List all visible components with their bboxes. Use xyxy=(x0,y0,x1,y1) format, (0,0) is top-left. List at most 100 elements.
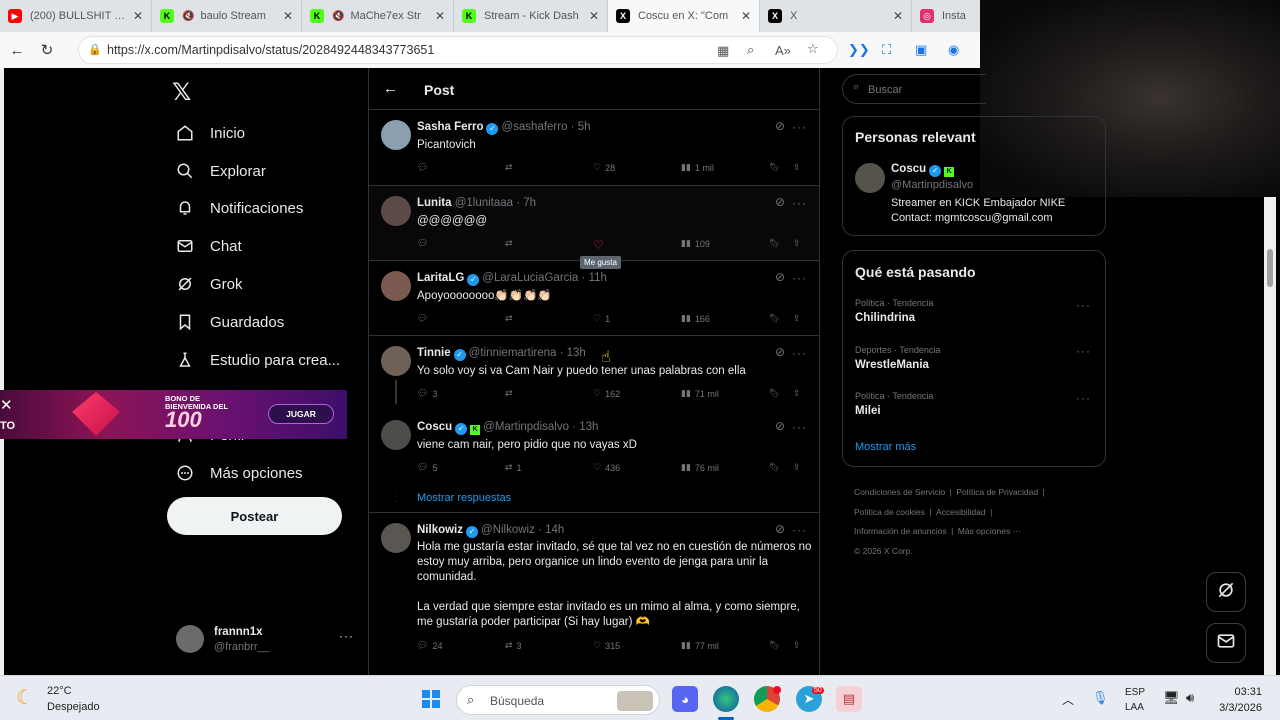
messages-floating-button[interactable] xyxy=(1206,623,1246,663)
share-icon[interactable]: ⇪ xyxy=(793,640,801,651)
retweet-icon[interactable]: ⇄ xyxy=(505,162,517,173)
more-icon[interactable]: ··· xyxy=(339,629,354,643)
grok-icon[interactable]: ⊘ xyxy=(775,419,785,433)
retweet-icon[interactable]: ⇄ 1 xyxy=(505,462,522,473)
grok-icon[interactable]: ⊘ xyxy=(775,119,785,133)
nav-item-notifications[interactable]: Notificaciones xyxy=(174,197,303,219)
network-icon[interactable]: 🖥︎ xyxy=(1163,690,1180,706)
more-icon[interactable]: ··· xyxy=(792,420,807,434)
close-tab-icon[interactable]: ✕ xyxy=(283,9,293,23)
footer-link[interactable]: Política de cookies xyxy=(854,507,925,517)
share-icon[interactable]: ⇪ xyxy=(793,238,801,249)
clock-time[interactable]: 03:31 xyxy=(1220,686,1262,698)
extension-icon[interactable]: ❯❯ xyxy=(848,42,870,58)
like-icon[interactable]: ♡ xyxy=(593,238,604,252)
screenshot-icon[interactable]: ⛶ xyxy=(882,42,891,58)
more-icon[interactable]: ··· xyxy=(1076,391,1091,405)
bookmark-icon[interactable]: 🔖︎ xyxy=(769,462,780,473)
app-available-icon[interactable]: ▦ xyxy=(717,43,729,59)
views-icon[interactable]: ▮▮ 77 mil xyxy=(681,640,719,651)
views-icon[interactable]: ▮▮ 76 mil xyxy=(681,462,719,473)
close-tab-icon[interactable]: ✕ xyxy=(133,9,143,23)
share-icon[interactable]: ⇪ xyxy=(793,313,801,324)
show-replies-link[interactable]: Mostrar respuestas xyxy=(417,492,511,504)
nav-item-more-options[interactable]: Más opciones xyxy=(174,462,303,484)
avatar[interactable] xyxy=(855,163,885,193)
retweet-icon[interactable]: ⇄ 3 xyxy=(505,640,522,651)
discord-icon[interactable]: ◕ xyxy=(672,686,698,712)
search-input[interactable]: ⌕ Buscar xyxy=(842,74,986,104)
grok-icon[interactable]: ⊘ xyxy=(775,270,785,284)
like-icon[interactable]: ♡ 162 xyxy=(593,388,620,399)
casino-ad-banner[interactable]: ✕ TO BONO DE BIENVENIDA DEL 100 JUGAR xyxy=(0,390,347,439)
reply-tweet[interactable]: Nilkowiz ✓ @Nilkowiz · 14h ⊘ ··· Hola me gu… xyxy=(369,513,819,675)
nav-item-creator-studio[interactable]: Estudio para crea... xyxy=(174,349,340,371)
post-button[interactable]: Postear xyxy=(167,497,342,535)
taskbar-search[interactable]: ⌕ Búsqueda xyxy=(456,685,660,715)
grok-floating-button[interactable] xyxy=(1206,572,1246,612)
more-icon[interactable]: ··· xyxy=(1076,298,1091,312)
reply-tweet[interactable]: Lunita @1lunitaaa · 7h ⊘ ··· @@@@@@ 💬︎ ⇄ … xyxy=(369,186,819,269)
muted-icon[interactable]: 🔇 xyxy=(332,11,344,22)
trend-item[interactable]: Deportes · Tendencia WrestleMania xyxy=(855,345,940,371)
browser-tab[interactable]: K Stream - Kick Dash ✕ xyxy=(454,0,608,32)
bookmark-icon[interactable]: 🔖︎ xyxy=(769,640,780,651)
extension-icon[interactable]: ◉ xyxy=(948,42,959,58)
share-icon[interactable]: ⇪ xyxy=(793,388,801,399)
reply-icon[interactable]: 💬︎ 5 xyxy=(417,462,437,473)
volume-icon[interactable]: 🔊︎ xyxy=(1186,690,1194,706)
browser-tab[interactable]: ◎ Insta xyxy=(912,0,978,32)
grok-icon[interactable]: ⊘ xyxy=(775,522,785,536)
edge-icon[interactable] xyxy=(713,686,739,712)
reply-thread[interactable]: Tinnie ✓ @tinniemartirena · 13h ⊘ ··· Yo so… xyxy=(369,336,819,513)
trend-item[interactable]: Política · Tendencia Milei xyxy=(855,391,933,417)
like-icon[interactable]: ♡ 436 xyxy=(593,462,620,473)
scrollbar[interactable] xyxy=(1264,197,1276,675)
share-icon[interactable]: ⇪ xyxy=(793,162,801,173)
close-tab-icon[interactable]: ✕ xyxy=(893,9,903,23)
back-arrow-icon[interactable]: ← xyxy=(4,37,30,63)
close-tab-icon[interactable]: ✕ xyxy=(741,9,751,23)
reply-tweet[interactable]: LaritaLG ✓ @LaraLuciaGarcia · 11h ⊘ ··· Apo… xyxy=(369,261,819,336)
nav-item-grok[interactable]: Grok xyxy=(174,273,243,295)
scrollbar-thumb[interactable] xyxy=(1267,249,1273,287)
retweet-icon[interactable]: ⇄ xyxy=(505,313,513,324)
trend-item[interactable]: Política · Tendencia Chilindrina xyxy=(855,298,933,324)
bookmark-icon[interactable]: 🔖︎ xyxy=(769,162,780,173)
reply-icon[interactable]: 💬︎ xyxy=(417,238,428,249)
browser-tab[interactable]: X X ✕ xyxy=(760,0,912,32)
like-icon[interactable]: ♡ 28 xyxy=(593,162,615,173)
views-icon[interactable]: ▮▮ 166 xyxy=(681,313,710,324)
share-icon[interactable]: ⇪ xyxy=(793,462,801,473)
account-switcher[interactable]: frannn1x @franbrr__ ··· xyxy=(176,625,356,655)
views-icon[interactable]: ▮▮ 71 mil xyxy=(681,388,719,399)
browser-tab[interactable]: K 🔇 baulo Stream ✕ xyxy=(152,0,302,32)
retweet-icon[interactable]: ⇄ xyxy=(505,238,513,249)
back-arrow-icon[interactable]: ← xyxy=(383,80,398,97)
show-more-link[interactable]: Mostrar más xyxy=(855,441,916,453)
more-icon[interactable]: ··· xyxy=(792,196,807,210)
reply-icon[interactable]: 💬︎ 3 xyxy=(417,388,437,399)
favorite-star-icon[interactable]: ☆ xyxy=(807,41,819,57)
like-icon[interactable]: ♡ 1 xyxy=(593,313,610,324)
footer-link[interactable]: Más opciones ··· xyxy=(958,526,1021,536)
person-name[interactable]: Coscu ✓ K xyxy=(891,163,957,177)
grok-icon[interactable]: ⊘ xyxy=(775,345,785,359)
close-tab-icon[interactable]: ✕ xyxy=(435,9,445,23)
browser-tab[interactable]: K 🔇 MaChe7ex Str ✕ xyxy=(302,0,454,32)
x-logo-icon[interactable]: 𝕏 xyxy=(172,78,191,107)
like-icon[interactable]: ♡ 315 xyxy=(593,640,620,651)
bookmark-icon[interactable]: 🔖︎ xyxy=(769,238,780,249)
language-indicator[interactable]: ESP xyxy=(1125,687,1145,698)
more-icon[interactable]: ··· xyxy=(1076,344,1091,358)
weather-widget[interactable]: ☾ 22°C Despejado xyxy=(16,682,126,716)
muted-icon[interactable]: 🔇 xyxy=(182,11,194,22)
reload-icon[interactable]: ↻ xyxy=(34,37,60,63)
nav-item-chat[interactable]: Chat xyxy=(174,235,242,257)
browser-tab-active[interactable]: X Coscu en X: "Com ✕ xyxy=(608,0,760,32)
app-icon[interactable]: ▤ xyxy=(836,686,862,712)
bookmark-icon[interactable]: 🔖︎ xyxy=(769,388,780,399)
footer-link[interactable]: Condiciones de Servicio xyxy=(854,487,945,497)
nav-item-bookmarks[interactable]: Guardados xyxy=(174,311,284,333)
footer-link[interactable]: Política de Privacidad xyxy=(956,487,1038,497)
